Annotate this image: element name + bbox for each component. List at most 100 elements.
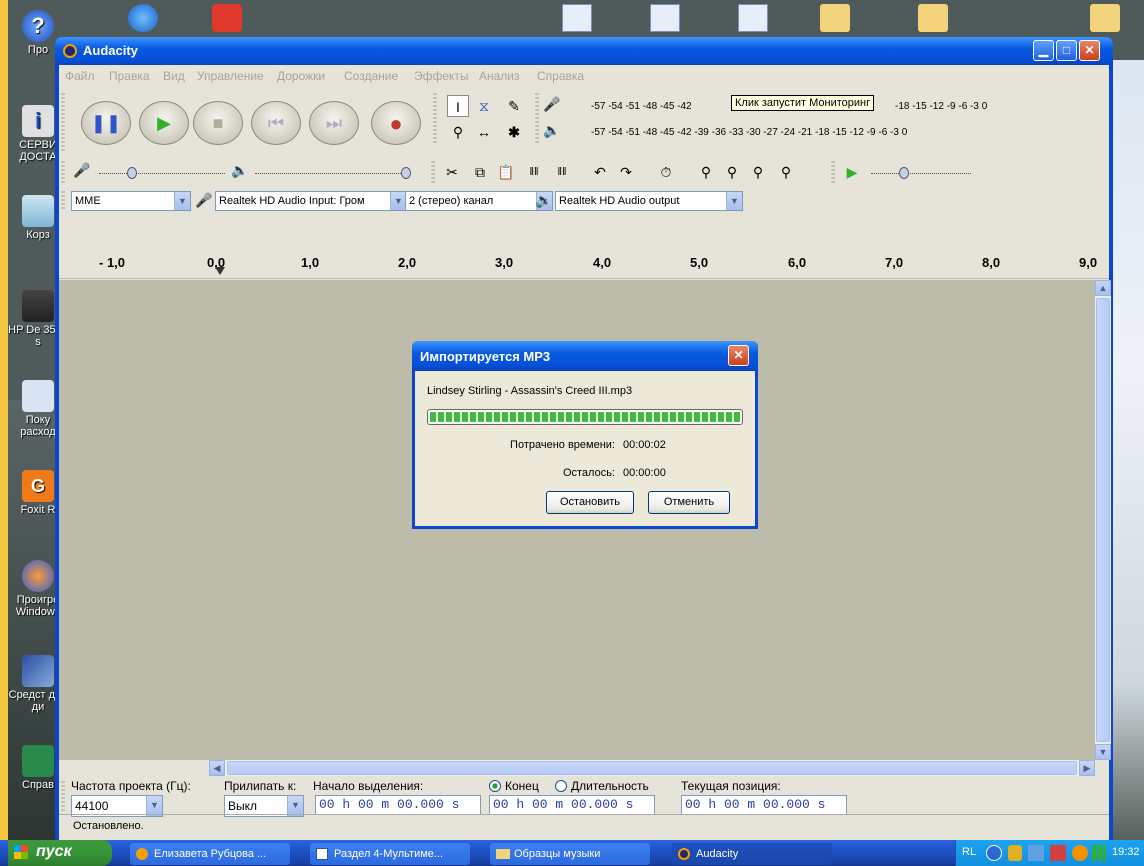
minimize-button[interactable]: ▁: [1033, 40, 1054, 61]
tray-app-icon[interactable]: [1050, 845, 1066, 861]
signal-icon[interactable]: [1092, 845, 1106, 861]
output-volume-slider[interactable]: [255, 165, 411, 179]
ie-icon[interactable]: [128, 4, 158, 32]
zoom-tool-icon[interactable]: ⚲: [447, 121, 469, 143]
playhead-marker-icon[interactable]: [215, 267, 225, 275]
meter-toolbar: 🎤 🔈 -57 -54 -51 -48 -45 -42 Клик запусти…: [533, 89, 1053, 149]
horizontal-scrollbar[interactable]: ◀ ▶: [209, 760, 1095, 776]
playback-speed-slider[interactable]: [871, 165, 971, 179]
language-indicator[interactable]: RL: [962, 846, 976, 858]
menu-generate[interactable]: Создание: [344, 69, 398, 83]
dialog-title-bar[interactable]: Импортируется MP3 ✕: [412, 341, 758, 371]
close-button[interactable]: ✕: [1079, 40, 1100, 61]
pause-button[interactable]: ❚❚: [81, 101, 131, 145]
toolbar-grip[interactable]: [431, 161, 435, 183]
fit-selection-icon[interactable]: ⚲: [747, 161, 769, 183]
menu-effects[interactable]: Эффекты: [414, 69, 469, 83]
word-doc-icon[interactable]: [650, 4, 680, 32]
menu-control[interactable]: Управление: [197, 69, 264, 83]
tray-app-icon[interactable]: [1072, 845, 1088, 861]
security-icon[interactable]: [1008, 845, 1022, 861]
selection-start-time[interactable]: 00 h 00 m 00.000 s: [315, 795, 481, 815]
sync-lock-icon[interactable]: ⏱: [655, 161, 677, 183]
maximize-button[interactable]: □: [1056, 40, 1077, 61]
zoom-out-icon[interactable]: ⚲: [721, 161, 743, 183]
folder-icon[interactable]: [918, 4, 948, 32]
zoom-in-icon[interactable]: ⚲: [695, 161, 717, 183]
ruler-label: 8,0: [982, 255, 1001, 270]
word-doc-icon[interactable]: [562, 4, 592, 32]
word-doc-icon[interactable]: [738, 4, 768, 32]
toolbar-grip[interactable]: [61, 191, 65, 211]
play-button[interactable]: ▶: [139, 101, 189, 145]
channels-select[interactable]: 2 (стерео) канал ▼: [405, 191, 553, 211]
scroll-thumb[interactable]: [227, 761, 1077, 775]
cut-icon[interactable]: ✂: [441, 161, 463, 183]
timeshift-tool-icon[interactable]: ↔: [473, 121, 495, 143]
task-browser[interactable]: Елизавета Рубцова ...: [130, 843, 290, 865]
play-at-speed-icon[interactable]: ▶: [841, 161, 863, 183]
toolbar-grip[interactable]: [61, 781, 65, 813]
toolbar-grip[interactable]: [433, 93, 437, 145]
draw-tool-icon[interactable]: ✎: [503, 95, 525, 117]
task-word[interactable]: Раздел 4-Мультиме...: [310, 843, 470, 865]
paste-icon[interactable]: 📋: [495, 161, 517, 183]
task-audacity[interactable]: Audacity: [672, 843, 832, 865]
scroll-down-button[interactable]: ▼: [1095, 744, 1111, 760]
selection-tool-icon[interactable]: I: [447, 95, 469, 117]
toolbar-grip[interactable]: [61, 161, 65, 183]
timeline-ruler[interactable]: - 1,0 0,0 1,0 2,0 3,0 4,0 5,0 6,0 7,0 8,…: [59, 249, 1109, 279]
multi-tool-icon[interactable]: ✱: [503, 121, 525, 143]
audio-position-label: Текущая позиция:: [681, 779, 781, 793]
folder-icon[interactable]: [820, 4, 850, 32]
title-bar[interactable]: Audacity ▁ □ ✕: [55, 37, 1113, 65]
dialog-close-button[interactable]: ✕: [728, 345, 749, 366]
menu-view[interactable]: Вид: [163, 69, 185, 83]
trim-icon[interactable]: ‖‖: [523, 161, 545, 183]
scroll-right-button[interactable]: ▶: [1079, 760, 1095, 776]
skip-start-button[interactable]: ⏮: [251, 101, 301, 145]
stop-button[interactable]: ■: [193, 101, 243, 145]
skip-end-button[interactable]: ⏭: [309, 101, 359, 145]
scroll-up-button[interactable]: ▲: [1095, 280, 1111, 296]
output-device-select[interactable]: Realtek HD Audio output ▼: [555, 191, 743, 211]
task-folder[interactable]: Образцы музыки: [490, 843, 650, 865]
toolbar-grip[interactable]: [61, 93, 65, 153]
selection-start-label: Начало выделения:: [313, 779, 424, 793]
host-select[interactable]: MME ▼: [71, 191, 191, 211]
record-meter-mic-icon[interactable]: 🎤: [541, 93, 563, 115]
menu-tracks[interactable]: Дорожки: [277, 69, 325, 83]
silence-icon[interactable]: ‖‖: [551, 161, 573, 183]
folder-icon[interactable]: [1090, 4, 1120, 32]
copy-icon[interactable]: ⧉: [469, 161, 491, 183]
selection-end-time[interactable]: 00 h 00 m 00.000 s: [489, 795, 655, 815]
menu-analyze[interactable]: Анализ: [479, 69, 520, 83]
start-button[interactable]: пуск: [8, 840, 112, 866]
play-meter-speaker-icon[interactable]: 🔈: [541, 119, 563, 141]
vertical-scrollbar[interactable]: ▲ ▼: [1095, 280, 1111, 760]
menu-help[interactable]: Справка: [537, 69, 584, 83]
toolbar-grip[interactable]: [535, 93, 539, 145]
record-button[interactable]: ●: [371, 101, 421, 145]
undo-icon[interactable]: ↶: [589, 161, 611, 183]
download-icon[interactable]: [212, 4, 242, 32]
menu-edit[interactable]: Правка: [109, 69, 150, 83]
network-icon[interactable]: [1028, 845, 1044, 861]
scroll-left-button[interactable]: ◀: [209, 760, 225, 776]
input-device-select[interactable]: Realtek HD Audio Input: Гром ▼: [215, 191, 407, 211]
cancel-import-button[interactable]: Отменить: [648, 491, 730, 514]
audio-position-time[interactable]: 00 h 00 m 00.000 s: [681, 795, 847, 815]
menu-file[interactable]: Файл: [65, 69, 95, 83]
length-radio[interactable]: [555, 780, 567, 792]
scroll-thumb[interactable]: [1096, 298, 1110, 742]
ruler-label: 4,0: [593, 255, 612, 270]
toolbar-grip[interactable]: [831, 161, 835, 183]
stop-import-button[interactable]: Остановить: [546, 491, 634, 514]
input-volume-slider[interactable]: [99, 165, 225, 179]
fit-project-icon[interactable]: ⚲: [775, 161, 797, 183]
tray-arrow-icon[interactable]: [986, 845, 1002, 861]
elapsed-label: Потрачено времени:: [510, 439, 615, 451]
end-radio[interactable]: [489, 780, 501, 792]
envelope-tool-icon[interactable]: ⧖: [473, 95, 495, 117]
redo-icon[interactable]: ↷: [615, 161, 637, 183]
